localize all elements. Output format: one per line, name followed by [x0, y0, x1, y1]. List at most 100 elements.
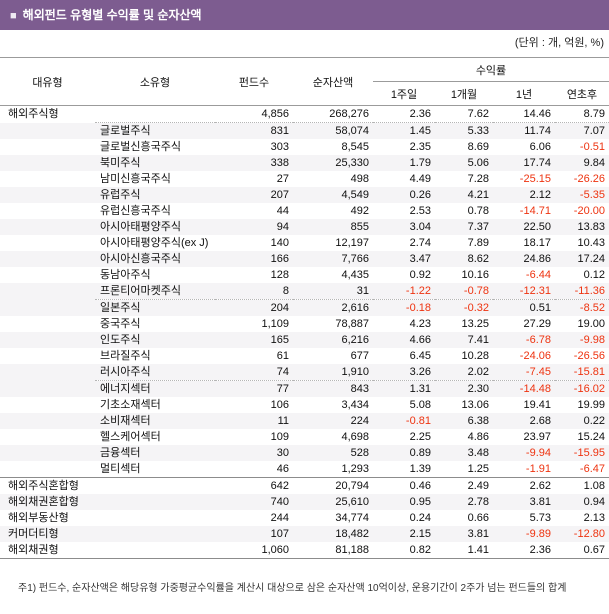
cell-minor-type [95, 494, 215, 510]
cell-fund-count: 1,109 [261, 318, 289, 330]
cell-minor-type [95, 542, 215, 559]
cell-net-assets: 3,434 [341, 399, 369, 411]
cell-net-assets: 8,545 [341, 141, 369, 153]
cell-fund-count: 106 [270, 399, 289, 411]
table-row: 아시아태평양주식(ex J) 140 12,197 2.74 7.89 18.17 10.4… [0, 235, 609, 251]
cell-minor-type: 소비재섹터 [100, 415, 151, 427]
cell-net-assets: 4,549 [341, 189, 369, 201]
cell-return-1w: 1.31 [409, 383, 431, 395]
cell-return-1y: -25.15 [519, 173, 551, 185]
cell-return-ytd: -9.98 [579, 334, 605, 346]
cell-return-1y: 0.51 [529, 302, 551, 314]
footnote: 주1) 펀드수, 순자산액은 해당유형 가중평균수익률을 계산시 대상으로 삼은… [18, 583, 567, 594]
header-return-ytd: 연초후 [555, 81, 609, 106]
cell-return-1y: 11.74 [524, 125, 551, 137]
cell-return-ytd: 19.00 [577, 318, 605, 330]
cell-return-ytd: -15.95 [573, 447, 605, 459]
cell-minor-type [95, 105, 215, 123]
cell-return-1m: 7.89 [467, 237, 489, 249]
cell-net-assets: 78,887 [335, 318, 369, 330]
cell-net-assets: 58,074 [335, 125, 369, 137]
cell-major-type [0, 123, 95, 140]
cell-major-type [0, 397, 95, 413]
cell-return-1w: 0.89 [409, 447, 431, 459]
cell-fund-count: 166 [270, 253, 289, 265]
cell-major-type: 커머더티형 [8, 528, 59, 540]
table-row: 해외주식형 4,856 268,276 2.36 7.62 14.46 8.79 [0, 105, 609, 123]
cell-return-ytd: -15.81 [555, 364, 609, 381]
cell-minor-type: 북미주식 [100, 157, 141, 169]
cell-fund-count: 140 [270, 237, 289, 249]
cell-fund-count: 107 [270, 528, 289, 540]
cell-return-1y: 2.12 [529, 189, 551, 201]
header-major-type: 대유형 [0, 57, 95, 106]
cell-fund-count: 74 [215, 364, 293, 381]
header-return-1m: 1개월 [435, 81, 493, 106]
cell-return-1w: 0.92 [409, 269, 431, 281]
cell-minor-type: 기초소재섹터 [100, 399, 161, 411]
cell-return-ytd: 0.12 [583, 269, 605, 281]
table-row: 남미신흥국주식 27 498 4.49 7.28 -25.15 -26.26 [0, 171, 609, 187]
cell-return-1w: 2.74 [409, 237, 431, 249]
cell-fund-count: 44 [276, 205, 289, 217]
cell-return-ytd: -20.00 [573, 205, 605, 217]
cell-minor-type: 멀티섹터 [95, 461, 215, 478]
cell-return-1w: 2.35 [409, 141, 431, 153]
cell-net-assets: 498 [350, 173, 369, 185]
square-bullet-icon: ■ [10, 10, 17, 22]
table-row: 해외부동산형 244 34,774 0.24 0.66 5.73 2.13 [0, 510, 609, 526]
cell-return-ytd: 10.43 [577, 237, 605, 249]
table-row: 러시아주식 74 1,910 3.26 2.02 -7.45 -15.81 [0, 364, 609, 381]
cell-return-1w: 3.26 [373, 364, 435, 381]
cell-net-assets: 6,216 [341, 334, 369, 346]
cell-return-1y: 2.36 [493, 542, 555, 559]
cell-net-assets: 843 [350, 383, 369, 395]
cell-return-ytd: 15.24 [577, 431, 605, 443]
cell-return-1y: -9.94 [525, 447, 551, 459]
cell-minor-type: 동남아주식 [100, 269, 151, 281]
table-row: 에너지섹터 77 843 1.31 2.30 -14.48 -16.02 [0, 380, 609, 397]
cell-return-1w: 5.08 [409, 399, 431, 411]
cell-minor-type: 아시아신흥국주식 [100, 253, 181, 265]
cell-return-1w: -0.18 [405, 302, 431, 314]
cell-minor-type: 글로벌주식 [100, 125, 151, 137]
cell-return-ytd: 19.99 [577, 399, 605, 411]
cell-return-1y: -1.91 [493, 461, 555, 478]
cell-return-ytd: 0.22 [583, 415, 605, 427]
cell-return-ytd: 17.24 [577, 253, 605, 265]
cell-return-1w: 2.53 [409, 205, 431, 217]
cell-fund-count: 740 [270, 496, 289, 508]
page-title: 해외펀드 유형별 수익률 및 순자산액 [22, 8, 202, 22]
cell-fund-count: 8 [215, 283, 293, 300]
cell-return-1y: -12.31 [493, 283, 555, 300]
cell-major-type: 해외채권형 [0, 542, 95, 559]
cell-return-ytd: 7.07 [583, 125, 605, 137]
cell-fund-count: 1,060 [215, 542, 293, 559]
table-row: 브라질주식 61 677 6.45 10.28 -24.06 -26.56 [0, 348, 609, 364]
cell-return-1w: 0.82 [373, 542, 435, 559]
table-row: 해외채권혼합형 740 25,610 0.95 2.78 3.81 0.94 [0, 494, 609, 510]
cell-return-1w: 4.49 [409, 173, 431, 185]
table-row: 커머더티형 107 18,482 2.15 3.81 -9.89 -12.80 [0, 526, 609, 542]
cell-fund-count: 4,856 [215, 105, 293, 123]
cell-fund-count: 165 [270, 334, 289, 346]
cell-net-assets: 677 [350, 350, 369, 362]
cell-minor-type: 유럽주식 [100, 189, 141, 201]
cell-return-1y: 5.73 [529, 512, 551, 524]
cell-return-1m: 2.78 [467, 496, 489, 508]
cell-return-1y: -7.45 [493, 364, 555, 381]
cell-major-type [0, 364, 95, 381]
cell-return-1m: 7.28 [467, 173, 489, 185]
cell-return-ytd: -6.47 [555, 461, 609, 478]
table-row: 아시아태평양주식 94 855 3.04 7.37 22.50 13.83 [0, 219, 609, 235]
table-row: 북미주식 338 25,330 1.79 5.06 17.74 9.84 [0, 155, 609, 171]
table-row: 동남아주식 128 4,435 0.92 10.16 -6.44 0.12 [0, 267, 609, 283]
cell-net-assets: 20,794 [335, 480, 369, 492]
cell-major-type [0, 251, 95, 267]
section-title-bar: ■ 해외펀드 유형별 수익률 및 순자산액 [0, 0, 609, 30]
table-row: 해외채권형 1,060 81,188 0.82 1.41 2.36 0.67 [0, 542, 609, 559]
cell-return-1w: 2.36 [373, 105, 435, 123]
cell-return-1m: 0.66 [467, 512, 489, 524]
cell-net-assets: 81,188 [293, 542, 373, 559]
cell-minor-type [95, 478, 215, 495]
